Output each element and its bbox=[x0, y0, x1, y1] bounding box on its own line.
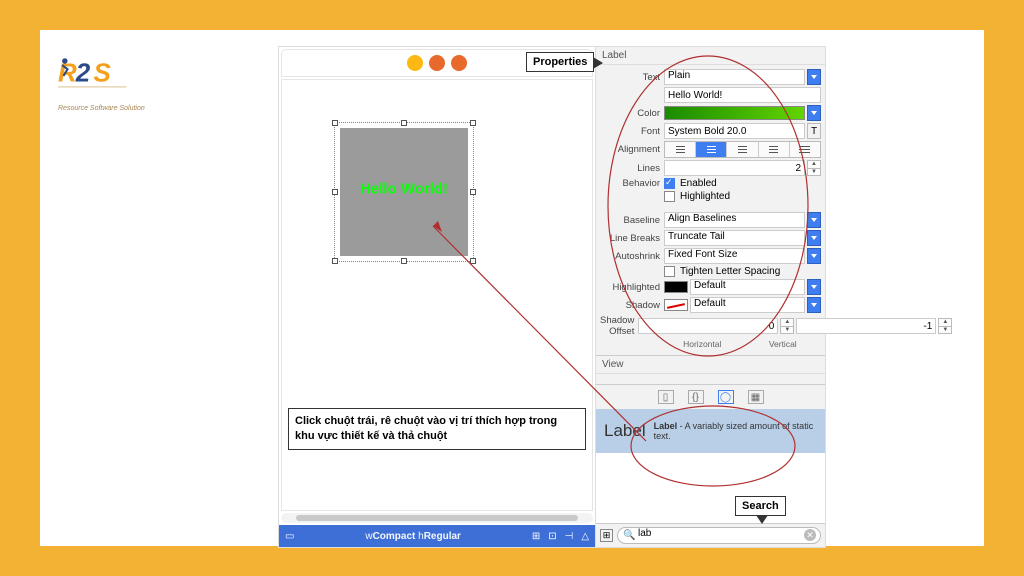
enabled-checkbox[interactable] bbox=[664, 178, 675, 189]
resize-handle-sw[interactable] bbox=[332, 258, 338, 264]
shadow-offset-v-stepper[interactable]: ▲▼ bbox=[938, 318, 952, 334]
color-swatch[interactable] bbox=[664, 106, 805, 120]
resize-handle-n[interactable] bbox=[401, 120, 407, 126]
resize-handle-se[interactable] bbox=[470, 258, 476, 264]
inspector-pane: Label Text Plain Color Font T Alignment … bbox=[595, 47, 825, 547]
font-input[interactable] bbox=[664, 123, 805, 139]
resize-handle-e[interactable] bbox=[470, 189, 476, 195]
size-class-bar[interactable]: ▭ wCompact hRegular ⊞ ⊡ ⊣ △ bbox=[279, 525, 595, 547]
search-callout: Search bbox=[735, 496, 786, 516]
canvas-pane: Hello World! Click chuột trái, rê chuột … bbox=[279, 47, 595, 547]
instruction-callout: Click chuột trái, rê chuột vào vị trí th… bbox=[288, 408, 586, 450]
text-type-dropdown-icon[interactable] bbox=[807, 69, 821, 85]
constraint-icon-2[interactable]: ⊡ bbox=[548, 531, 556, 542]
align-natural-button[interactable] bbox=[790, 142, 820, 157]
library-filter[interactable]: 🔍 lab ✕ bbox=[617, 527, 821, 544]
panel-toggle-icon[interactable]: ▭ bbox=[285, 531, 294, 542]
highlighted-swatch[interactable] bbox=[664, 281, 688, 293]
logo-tagline: Resource Software Solution bbox=[58, 105, 145, 112]
shadow-dropdown-icon[interactable] bbox=[807, 297, 821, 313]
view-section-label: View bbox=[596, 355, 825, 374]
library-tab-bar: ▯ {} ◯ ▦ bbox=[596, 384, 825, 409]
align-justify-button[interactable] bbox=[759, 142, 790, 157]
properties-callout: Properties bbox=[526, 52, 594, 72]
filter-text: lab bbox=[638, 528, 651, 539]
library-footer: ⊞ 🔍 lab ✕ bbox=[596, 523, 825, 547]
align-left-button[interactable] bbox=[665, 142, 696, 157]
layout-icon[interactable] bbox=[451, 55, 467, 71]
constraint-icon-4[interactable]: △ bbox=[581, 531, 589, 542]
ide-window: Hello World! Click chuột trái, rê chuột … bbox=[278, 46, 826, 548]
clear-filter-icon[interactable]: ✕ bbox=[804, 529, 816, 541]
library-tab-file-icon[interactable]: ▯ bbox=[658, 390, 674, 404]
shadow-offset-h-input[interactable] bbox=[638, 318, 778, 334]
text-type-select[interactable]: Plain bbox=[664, 69, 805, 85]
baseline-dropdown-icon[interactable] bbox=[807, 212, 821, 228]
attributes-inspector: Text Plain Color Font T Alignment Lines … bbox=[596, 65, 825, 380]
highlighted-select[interactable]: Default bbox=[690, 279, 805, 295]
library-item-label[interactable]: Label Label - A variably sized amount of… bbox=[596, 409, 825, 453]
resize-handle-w[interactable] bbox=[332, 189, 338, 195]
alignment-segmented[interactable] bbox=[664, 141, 821, 158]
library-tab-media-icon[interactable]: ▦ bbox=[748, 390, 764, 404]
constraint-icon-1[interactable]: ⊞ bbox=[532, 531, 540, 542]
lines-input[interactable] bbox=[664, 160, 805, 176]
text-value-input[interactable] bbox=[664, 87, 821, 103]
svg-text:S: S bbox=[94, 57, 112, 87]
resize-handle-ne[interactable] bbox=[470, 120, 476, 126]
linebreaks-dropdown-icon[interactable] bbox=[807, 230, 821, 246]
canvas-scrollbar[interactable] bbox=[281, 513, 593, 523]
label-object-icon: Label bbox=[604, 421, 646, 441]
align-right-button[interactable] bbox=[727, 142, 758, 157]
logo: R 2 S Resource Software Solution bbox=[58, 52, 145, 112]
design-canvas[interactable]: Hello World! Click chuột trái, rê chuột … bbox=[281, 79, 593, 511]
shadow-select[interactable]: Default bbox=[690, 297, 805, 313]
constraint-icon-3[interactable]: ⊣ bbox=[565, 531, 574, 542]
svg-text:R: R bbox=[58, 57, 77, 87]
lines-stepper[interactable]: ▲▼ bbox=[807, 160, 821, 176]
library-tab-object-icon[interactable]: ◯ bbox=[718, 390, 734, 404]
linebreaks-select[interactable]: Truncate Tail bbox=[664, 230, 805, 246]
shadow-swatch[interactable] bbox=[664, 299, 688, 311]
highlighted-checkbox[interactable] bbox=[664, 191, 675, 202]
highlighted-dropdown-icon[interactable] bbox=[807, 279, 821, 295]
inspector-section-label: Label bbox=[596, 47, 825, 65]
svg-text:2: 2 bbox=[75, 57, 91, 87]
resize-handle-s[interactable] bbox=[401, 258, 407, 264]
add-icon[interactable] bbox=[407, 55, 423, 71]
color-dropdown-icon[interactable] bbox=[807, 105, 821, 121]
library-view-grid-icon[interactable]: ⊞ bbox=[600, 529, 613, 542]
baseline-select[interactable]: Align Baselines bbox=[664, 212, 805, 228]
selection-outline bbox=[334, 122, 474, 262]
tighten-checkbox[interactable] bbox=[664, 266, 675, 277]
autoshrink-select[interactable]: Fixed Font Size bbox=[664, 248, 805, 264]
object-library[interactable]: Label Label - A variably sized amount of… bbox=[596, 409, 825, 523]
font-picker-icon[interactable]: T bbox=[807, 123, 821, 139]
autoshrink-dropdown-icon[interactable] bbox=[807, 248, 821, 264]
shadow-offset-v-input[interactable] bbox=[796, 318, 936, 334]
shadow-offset-h-stepper[interactable]: ▲▼ bbox=[780, 318, 794, 334]
library-tab-code-icon[interactable]: {} bbox=[688, 390, 704, 404]
embed-icon[interactable] bbox=[429, 55, 445, 71]
align-center-button[interactable] bbox=[696, 142, 727, 157]
search-icon: 🔍 bbox=[623, 530, 635, 541]
resize-handle-nw[interactable] bbox=[332, 120, 338, 126]
